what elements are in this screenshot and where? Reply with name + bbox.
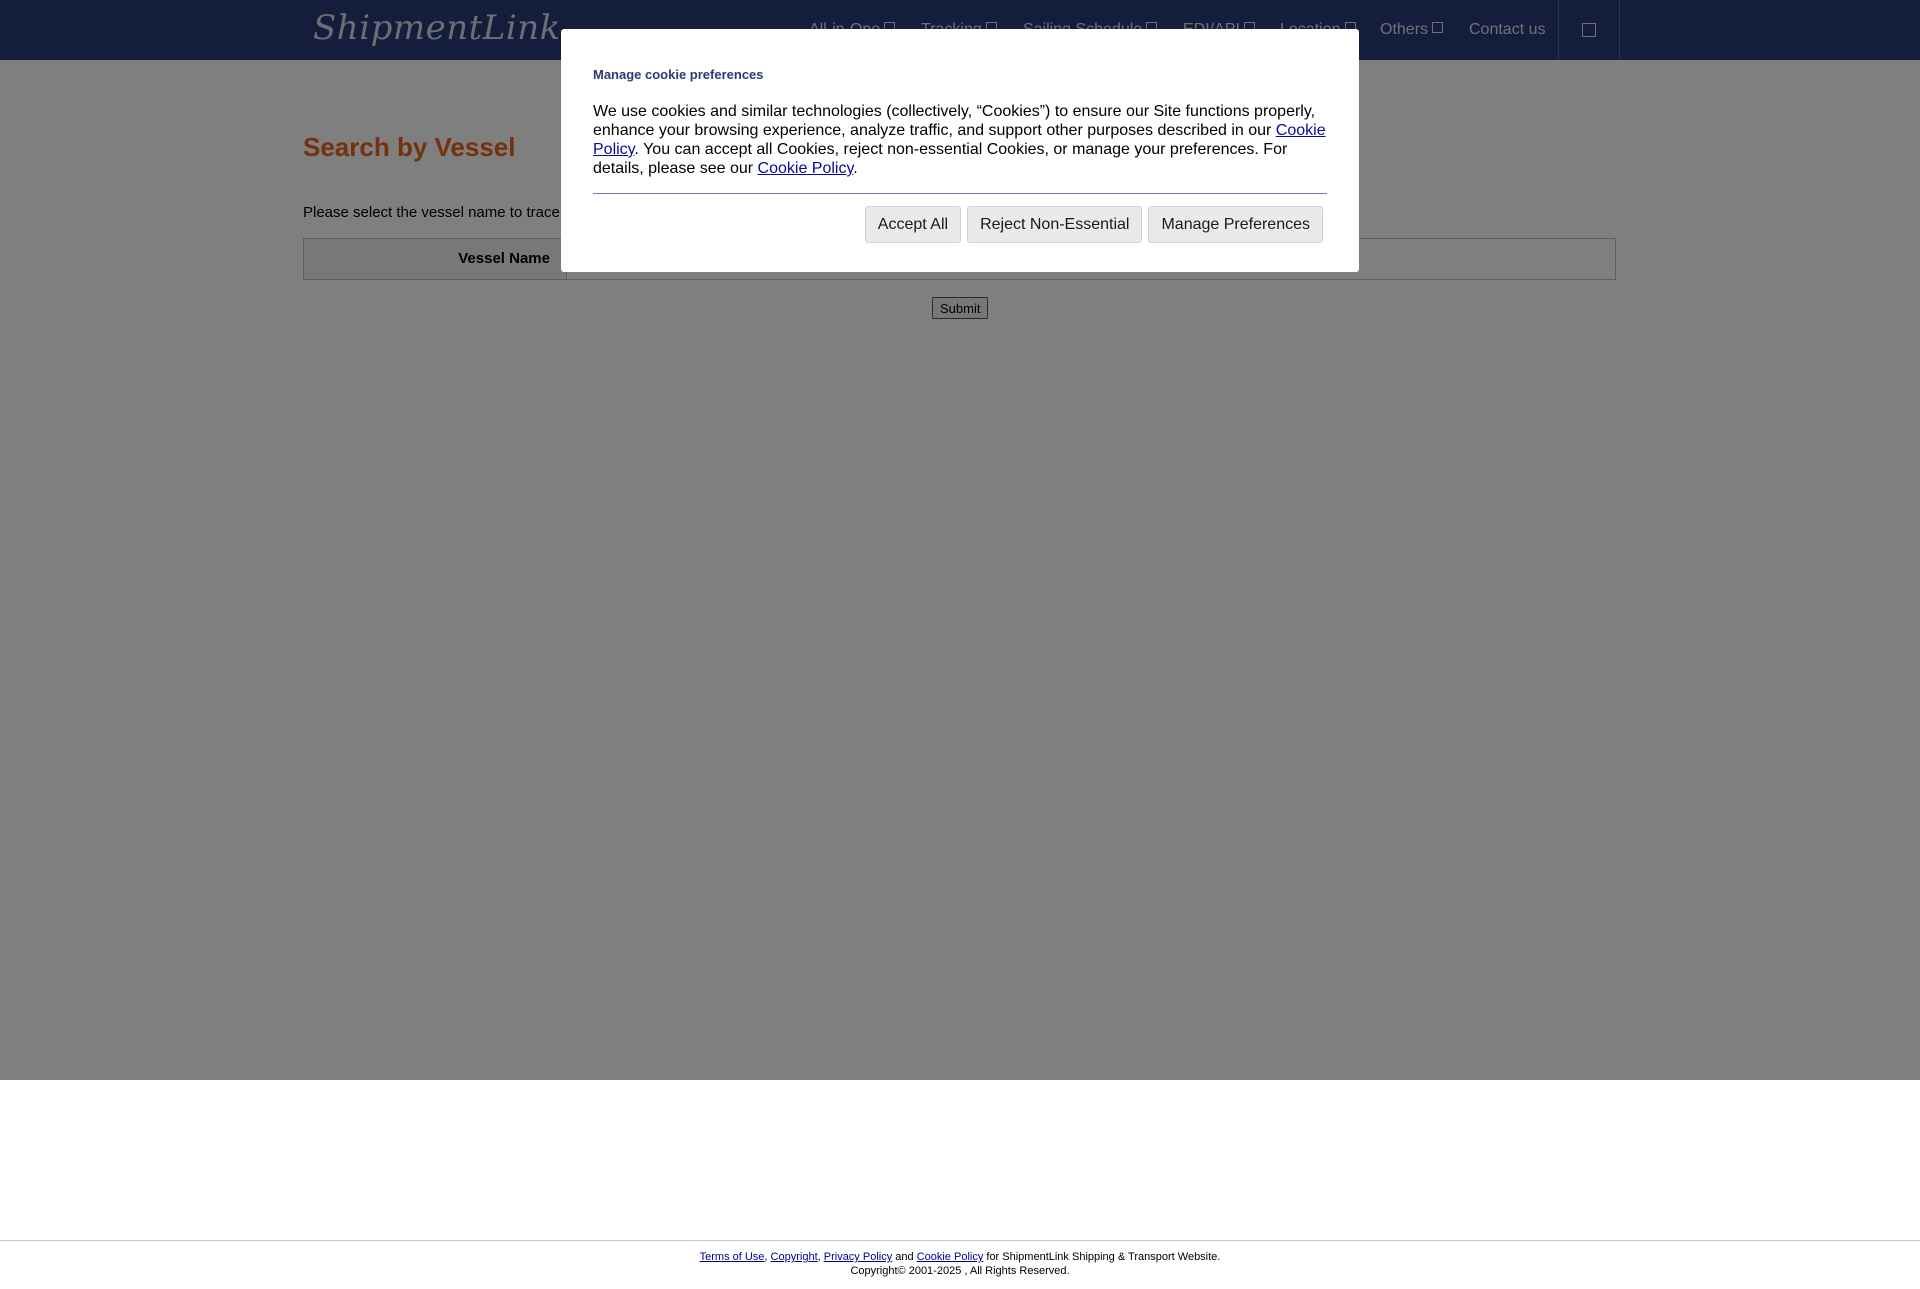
cookie-dialog-actions: Accept All Reject Non-Essential Manage Pre… [593,206,1327,243]
footer-and-text: and [892,1251,917,1263]
manage-preferences-button[interactable]: Manage Preferences [1148,206,1323,243]
cookie-dialog-divider [593,193,1327,194]
footer-links-line: Terms of Use, Copyright, Privacy Policy … [0,1250,1920,1264]
cookie-body-text: . You can accept all Cookies, reject non… [593,141,1288,177]
footer-suffix-text: for ShipmentLink Shipping & Transport We… [983,1251,1221,1263]
cookie-preferences-dialog: Manage cookie preferences We use cookies… [561,29,1359,272]
reject-non-essential-button[interactable]: Reject Non-Essential [967,206,1143,243]
privacy-policy-link[interactable]: Privacy Policy [824,1251,892,1263]
cookie-dialog-body: We use cookies and similar technologies … [593,102,1327,178]
footer-divider [0,1240,1920,1241]
terms-of-use-link[interactable]: Terms of Use [700,1251,765,1263]
footer-copyright: Copyright© 2001-2025 , All Rights Reserv… [850,1265,1070,1277]
cookie-policy-link[interactable]: Cookie Policy [917,1251,984,1263]
cookie-dialog-title: Manage cookie preferences [593,67,764,82]
copyright-link[interactable]: Copyright [771,1251,818,1263]
cookie-policy-link[interactable]: Cookie Policy [758,160,854,177]
footer: Terms of Use, Copyright, Privacy Policy … [0,1250,1920,1278]
cookie-body-text: We use cookies and similar technologies … [593,103,1316,139]
cookie-body-text: . [853,160,858,177]
accept-all-button[interactable]: Accept All [864,206,962,243]
